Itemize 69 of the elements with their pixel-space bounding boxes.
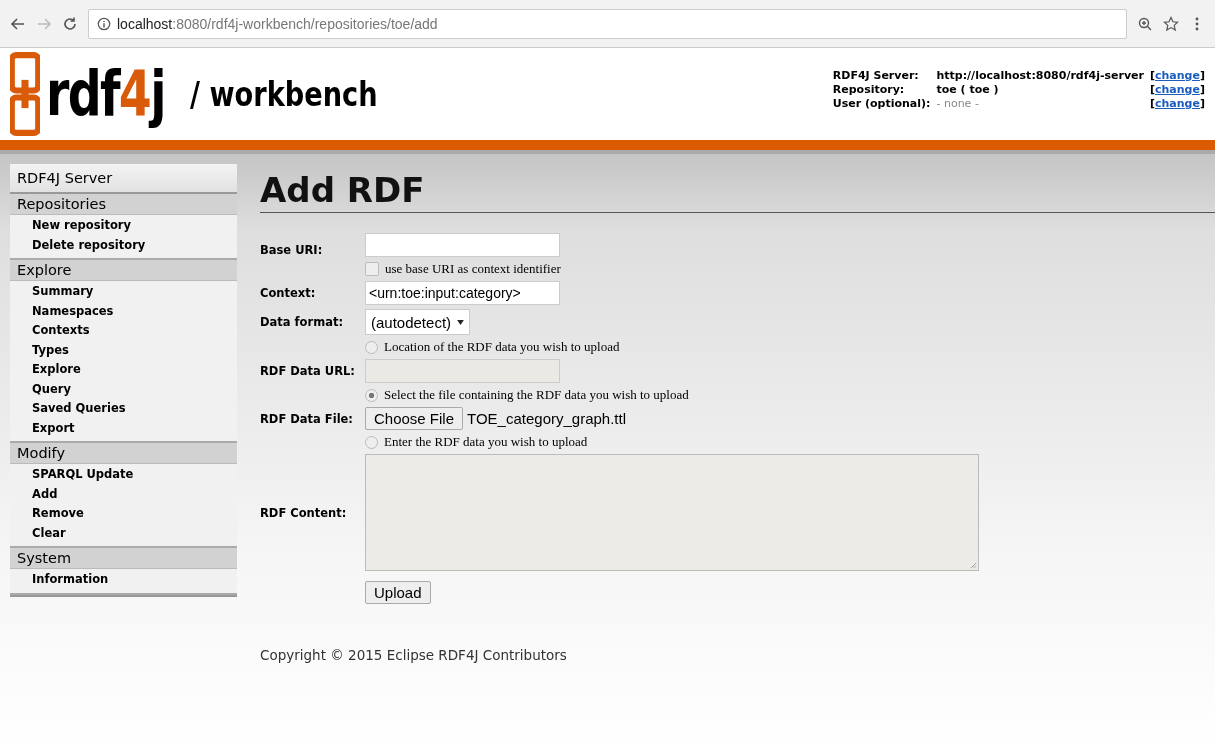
logo-text: j xyxy=(150,57,165,130)
radio-button[interactable] xyxy=(365,435,378,449)
forward-icon[interactable] xyxy=(36,16,52,32)
info-icon[interactable] xyxy=(97,17,111,31)
copyright-text: Copyright © 2015 Eclipse RDF4J Contributors xyxy=(260,647,568,663)
sidebar-item[interactable]: Types xyxy=(10,340,237,360)
file-name: TOE_category_graph.ttl xyxy=(467,410,627,427)
sidebar-item[interactable]: Namespaces xyxy=(10,301,237,321)
sidebar-item[interactable]: Query xyxy=(10,379,237,399)
caret-icon xyxy=(457,319,465,325)
choose-file-button[interactable]: Choose File xyxy=(365,407,464,430)
bracket: ] xyxy=(1199,82,1205,96)
upload-button[interactable]: Upload xyxy=(365,581,431,604)
info-value: http://localhost:8080/rdf4j-server xyxy=(936,68,1144,82)
bracket: ] xyxy=(1199,68,1205,82)
sidebar-item[interactable]: Delete repository xyxy=(10,235,237,255)
radio-label: Select the file containing the RDF data you wish to upload xyxy=(384,387,689,403)
page-title: Add RDF xyxy=(260,164,1215,213)
star-icon[interactable] xyxy=(1163,16,1179,32)
sidebar-heading[interactable]: Modify xyxy=(10,443,237,464)
field-label: RDF Data URL: xyxy=(260,364,355,378)
info-value: toe ( toe ) xyxy=(936,82,1000,96)
reload-icon[interactable] xyxy=(62,16,78,32)
input-field[interactable]: <urn:toe:input:category> xyxy=(365,281,560,305)
bracket: [ xyxy=(1150,96,1155,110)
sidebar-item[interactable]: Summary xyxy=(10,282,237,302)
info-label: Repository: xyxy=(832,82,906,96)
sidebar-item[interactable]: Clear xyxy=(10,523,237,543)
checkbox[interactable] xyxy=(365,262,379,276)
change-link[interactable]: change xyxy=(1155,96,1200,110)
radio-button[interactable] xyxy=(365,340,378,354)
sidebar-item[interactable]: SPARQL Update xyxy=(10,465,237,485)
input-field[interactable] xyxy=(365,233,560,257)
logo-subtitle: / workbench xyxy=(189,74,378,114)
info-value: - none - xyxy=(936,96,980,110)
radio-label: Location of the RDF data you wish to upload xyxy=(384,339,620,355)
chain-link-icon xyxy=(10,52,40,136)
sidebar-heading[interactable]: Explore xyxy=(10,260,237,281)
sidebar-item[interactable]: New repository xyxy=(10,216,237,236)
url-path: :8080/rdf4j-workbench/repositories/toe/add xyxy=(172,16,438,32)
field-label: Data format: xyxy=(260,315,343,329)
change-link[interactable]: change xyxy=(1155,68,1200,82)
field-label: Base URI: xyxy=(260,243,323,257)
field-label: Context: xyxy=(260,286,316,300)
sidebar-heading[interactable]: System xyxy=(10,548,237,569)
zoom-icon[interactable] xyxy=(1137,16,1153,32)
sidebar-item[interactable]: Remove xyxy=(10,504,237,524)
field-label: RDF Content: xyxy=(260,505,347,520)
info-label: User (optional): xyxy=(832,96,931,110)
format-dropdown[interactable]: (autodetect) xyxy=(365,309,471,335)
logo-text: rdf xyxy=(46,57,119,130)
bracket: [ xyxy=(1150,82,1155,96)
sidebar-item[interactable]: Saved Queries xyxy=(10,399,237,419)
sidebar-item[interactable]: Contexts xyxy=(10,321,237,341)
back-icon[interactable] xyxy=(10,16,26,32)
info-label: RDF4J Server: xyxy=(832,68,920,82)
field-label: RDF Data File: xyxy=(260,411,353,426)
radio-label: Enter the RDF data you wish to upload xyxy=(384,434,588,450)
sidebar-item[interactable]: Export xyxy=(10,418,237,438)
url-host: localhost xyxy=(117,16,173,32)
address-bar[interactable]: localhost:8080/rdf4j-workbench/repositories/toe/add xyxy=(88,9,1127,39)
change-link[interactable]: change xyxy=(1155,82,1200,96)
checkbox-label: use base URI as context identifier xyxy=(385,261,561,277)
radio-button[interactable] xyxy=(365,388,378,402)
bracket: ] xyxy=(1199,96,1205,110)
sidebar-item[interactable]: Explore xyxy=(10,360,237,380)
sidebar-heading[interactable]: RDF4J Server xyxy=(10,164,237,194)
bracket: [ xyxy=(1150,68,1155,82)
sidebar-item[interactable]: Add xyxy=(10,484,237,504)
